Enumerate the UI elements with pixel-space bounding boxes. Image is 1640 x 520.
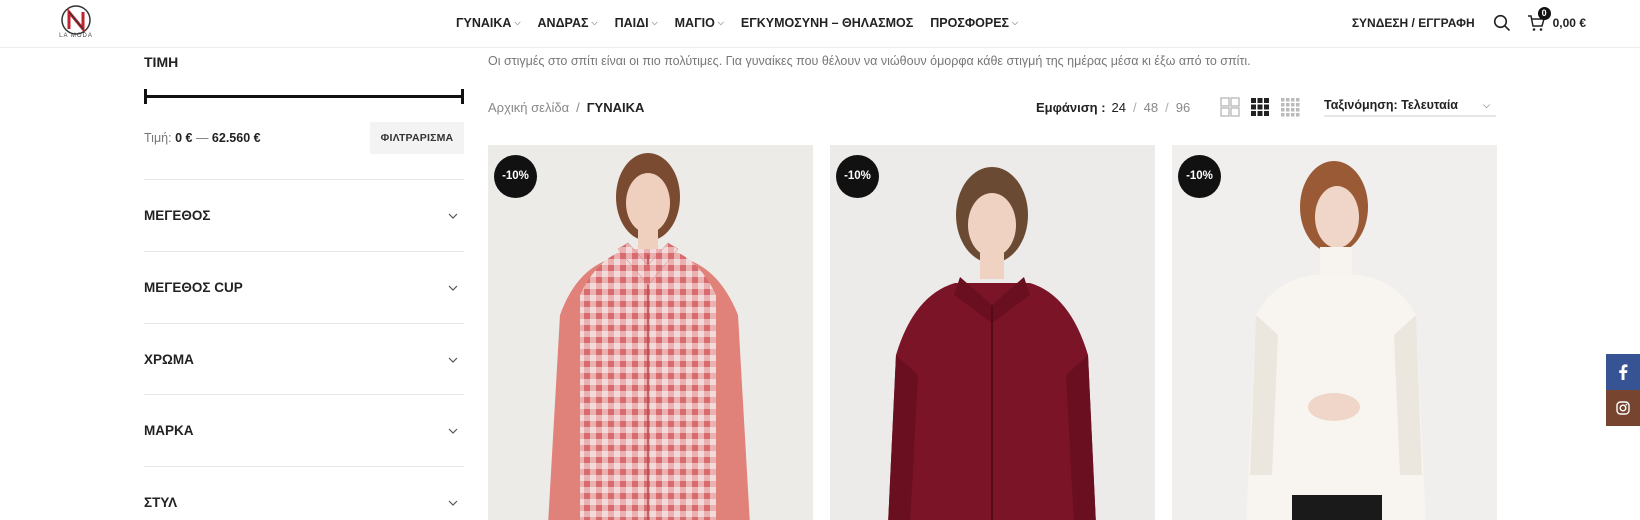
product-image[interactable]	[1172, 145, 1497, 520]
product-card[interactable]: -10%	[1172, 145, 1497, 520]
per-page-selector: Εμφάνιση :24/48/96	[1036, 100, 1191, 115]
instagram-icon[interactable]	[1606, 390, 1640, 426]
grid-3-columns-icon[interactable]	[1250, 97, 1270, 117]
price-slider-min-handle[interactable]	[144, 89, 147, 104]
cart-total[interactable]: 0,00 €	[1553, 16, 1586, 30]
filter-button[interactable]: ΦΙΛΤΡΑΡΙΣΜΑ	[370, 122, 464, 154]
search-icon[interactable]	[1493, 14, 1511, 32]
breadcrumb-home[interactable]: Αρχική σελίδα	[488, 100, 569, 115]
per-page-96[interactable]: 96	[1176, 100, 1190, 115]
chevron-down-icon	[448, 213, 458, 219]
chevron-down-icon: ⌵	[1483, 99, 1490, 110]
chevron-down-icon	[448, 428, 458, 434]
breadcrumb-current: ΓΥΝΑΙΚΑ	[586, 100, 645, 115]
product-grid: -10% -10% -10%	[488, 145, 1497, 520]
facet-brand[interactable]: ΜΑΡΚΑ	[144, 394, 464, 466]
chevron-down-icon	[448, 500, 458, 506]
category-intro: Οι στιγμές στο σπίτι είναι οι πιο πολύτι…	[488, 54, 1251, 68]
chevron-down-icon: ⌵	[591, 18, 598, 27]
product-image[interactable]	[830, 145, 1155, 520]
product-image[interactable]	[488, 145, 813, 520]
cart-count-badge: 0	[1537, 7, 1551, 20]
product-card[interactable]: -10%	[830, 145, 1155, 520]
header-actions: ΣΥΝΔΕΣΗ / ΕΓΓΡΑΦΗ 0 0,00 €	[1352, 0, 1586, 46]
facebook-icon[interactable]	[1606, 354, 1640, 390]
discount-badge: -10%	[1178, 155, 1221, 198]
brand-logo-text: LA MODA	[59, 33, 93, 39]
nav-item-men[interactable]: ΑΝΔΡΑΣ ⌵	[538, 16, 598, 30]
chevron-down-icon	[448, 285, 458, 291]
grid-4-columns-icon[interactable]	[1280, 97, 1300, 117]
site-header: LA MODA ΓΥΝΑΙΚΑ ⌵ ΑΝΔΡΑΣ ⌵ ΠΑΙΔΙ ⌵ ΜΑΓΙΟ ⌵ Ε…	[0, 0, 1640, 48]
grid-2-columns-icon[interactable]	[1220, 97, 1240, 117]
price-slider-max-handle[interactable]	[461, 89, 464, 104]
facet-size[interactable]: ΜΕΓΕΘΟΣ	[144, 179, 464, 251]
social-sidebar	[1606, 354, 1640, 426]
per-page-48[interactable]: 48	[1144, 100, 1158, 115]
price-slider-track[interactable]	[144, 95, 464, 98]
grid-view-switcher	[1220, 97, 1300, 117]
product-card[interactable]: -10%	[488, 145, 813, 520]
main-nav: ΓΥΝΑΙΚΑ ⌵ ΑΝΔΡΑΣ ⌵ ΠΑΙΔΙ ⌵ ΜΑΓΙΟ ⌵ ΕΓΚΥΜΟΣΥΝ…	[456, 0, 1035, 46]
nav-item-women[interactable]: ΓΥΝΑΙΚΑ ⌵	[456, 16, 521, 30]
nav-item-maternity[interactable]: ΕΓΚΥΜΟΣΥΝΗ – ΘΗΛΑΣΜΟΣ	[741, 16, 913, 30]
per-page-24[interactable]: 24	[1112, 100, 1126, 115]
nav-item-offers[interactable]: ΠΡΟΣΦΟΡΕΣ ⌵	[930, 16, 1018, 30]
facet-cup-size[interactable]: ΜΕΓΕΘΟΣ CUP	[144, 251, 464, 323]
facet-color[interactable]: ΧΡΩΜΑ	[144, 323, 464, 395]
price-filter-title: ΤΙΜΗ	[144, 54, 179, 70]
chevron-down-icon: ⌵	[651, 18, 658, 27]
cart-icon[interactable]: 0	[1527, 7, 1551, 32]
discount-badge: -10%	[836, 155, 879, 198]
breadcrumb: Αρχική σελίδα / ΓΥΝΑΙΚΑ	[488, 100, 645, 115]
nav-item-swimwear[interactable]: ΜΑΓΙΟ ⌵	[675, 16, 724, 30]
chevron-down-icon: ⌵	[717, 18, 724, 27]
facet-style[interactable]: ΣΤΥΛ	[144, 466, 464, 520]
chevron-down-icon: ⌵	[1012, 18, 1019, 27]
chevron-down-icon: ⌵	[514, 18, 521, 27]
chevron-down-icon	[448, 357, 458, 363]
sort-select[interactable]: Ταξινόμηση: Τελευταία ⌵	[1324, 95, 1496, 117]
login-register-link[interactable]: ΣΥΝΔΕΣΗ / ΕΓΓΡΑΦΗ	[1352, 16, 1475, 30]
discount-badge: -10%	[494, 155, 537, 198]
price-range-text: Τιμή: 0 € — 62.560 €	[144, 131, 261, 145]
nav-item-kids[interactable]: ΠΑΙΔΙ ⌵	[615, 16, 658, 30]
